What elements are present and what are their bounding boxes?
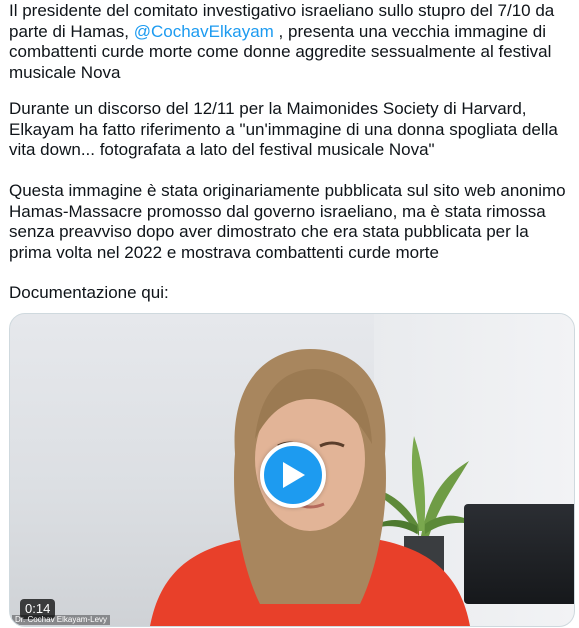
printer-image bbox=[464, 504, 574, 604]
video-player[interactable]: 0:14 Dr. Cochav Elkayam-Levy bbox=[9, 313, 575, 627]
video-caption: Dr. Cochav Elkayam-Levy bbox=[12, 615, 111, 625]
tweet-paragraph-3: Questa immagine è stata originariamente … bbox=[9, 181, 566, 262]
tweet-paragraph-2: Durante un discorso del 12/11 per la Mai… bbox=[9, 99, 558, 159]
mention-link[interactable]: @CochavElkayam bbox=[134, 22, 274, 41]
tweet-paragraph-4: Documentazione qui: bbox=[9, 283, 169, 302]
tweet-paragraph-1: Il presidente del comitato investigativo… bbox=[9, 1, 575, 83]
play-icon bbox=[283, 462, 305, 488]
play-button[interactable] bbox=[260, 442, 326, 508]
tweet: Il presidente del comitato investigativo… bbox=[0, 0, 579, 628]
